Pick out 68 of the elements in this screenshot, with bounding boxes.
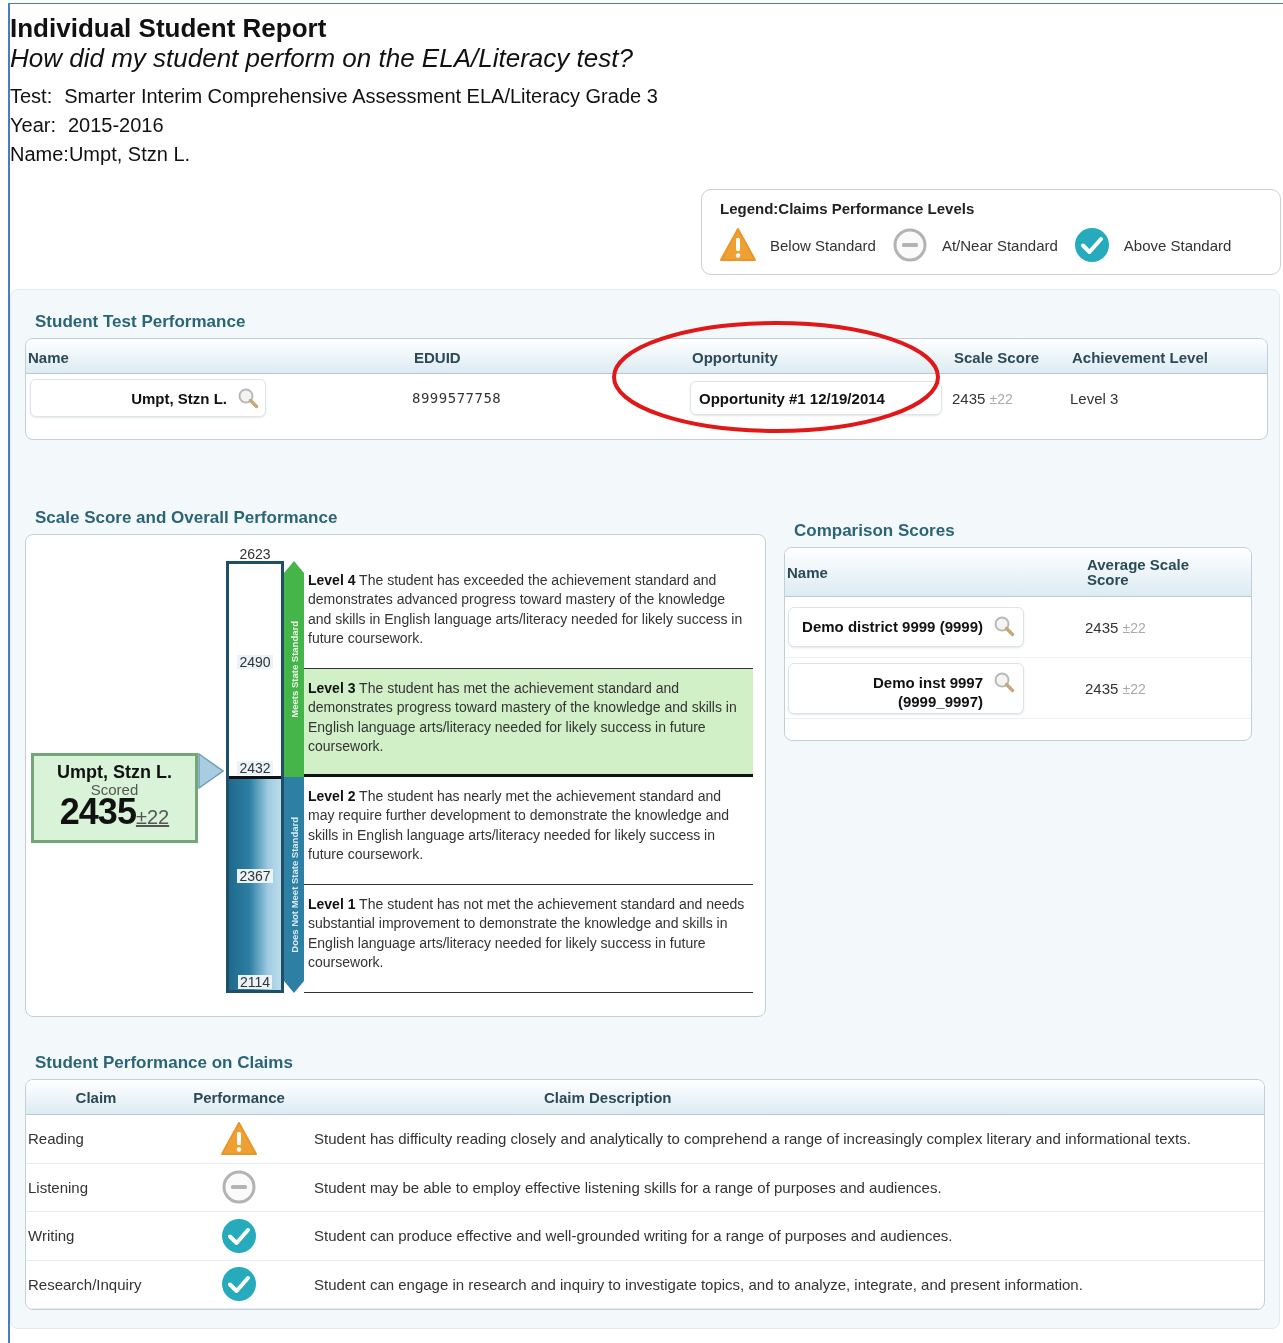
column-header: Average Scale Score <box>1086 557 1190 587</box>
minus-circle-icon <box>891 227 928 263</box>
pointer-icon <box>198 753 224 789</box>
column-header: Name <box>786 563 829 581</box>
search-icon[interactable] <box>237 387 259 409</box>
report-title: Individual Student Report <box>10 14 328 42</box>
column-header: Name <box>27 348 70 366</box>
level-description: Level 1 The student has not met the achievement standard and needs substantial improvement to demonstrate the knowledge and skills in English language arts/literacy needed for likely success in future coursework. <box>308 895 746 973</box>
column-header: Performance <box>192 1088 286 1106</box>
info-label: Test: <box>10 84 53 109</box>
claim-description-cell-text: Student can engage in research and inquiry to investigate topics, and to analyze, integrate, and present information. <box>313 1275 1084 1293</box>
info-value: 2015-2016 <box>67 113 164 138</box>
check-circle-icon <box>221 1266 257 1303</box>
info-label: Year: <box>10 113 56 138</box>
average-score-cell: 2435 <box>1085 679 1119 697</box>
level-description: Level 3 The student has met the achievement standard and demonstrates progress toward mastery of the knowledge and skills in English language arts/literacy needed for likely success in future coursework. <box>308 679 738 757</box>
search-icon[interactable] <box>993 670 1015 693</box>
score-error: ±22 <box>1122 680 1146 697</box>
legend-title: Legend:Claims Performance Levels <box>720 200 976 217</box>
column-header: EDUID <box>413 348 462 366</box>
scale-tick: 2623 <box>239 547 271 561</box>
section-title: Comparison Scores <box>794 521 956 541</box>
section-title: Scale Score and Overall Performance <box>35 508 339 528</box>
scale-tick: 2490 <box>237 654 273 669</box>
claim-name-cell-text: Listening <box>27 1178 90 1196</box>
check-circle-icon <box>1073 227 1110 263</box>
report-subtitle: How did my student perform on the ELA/Literacy test? <box>10 44 634 72</box>
legend-label: At/Near Standard <box>941 236 1058 254</box>
claim-name-cell-text: Research/Inquiry <box>27 1275 143 1293</box>
info-value: Smarter Interim Comprehensive Assessment ELA/Literacy Grade 3 <box>64 84 658 109</box>
student-name: Umpt, Stzn L. <box>56 762 173 783</box>
comparison-name-button[interactable]: Demo inst 9997 (9999_9997) <box>788 662 1024 714</box>
claim-description-cell-text: Student may be able to employ effective listening skills for a range of purposes and audiences. <box>313 1178 943 1196</box>
claim-description-cell-text: Student can produce effective and well-grounded writing for a range of purposes and audiences. <box>313 1227 954 1245</box>
average-score-cell: 2435 <box>1085 618 1119 636</box>
claim-name-cell-text: Reading <box>27 1130 85 1148</box>
claim-name-cell-text: Writing <box>27 1227 76 1245</box>
section-title: Student Performance on Claims <box>35 1053 294 1073</box>
search-icon[interactable] <box>993 615 1015 637</box>
scale-tick: 2432 <box>237 760 273 775</box>
level-description: Level 4 The student has exceeded the achievement standard and demonstrates advanced progress toward mastery of the knowledge and skills in English language arts/literacy needed for likely success in future coursework. <box>308 571 744 649</box>
check-circle-icon <box>221 1217 257 1254</box>
claim-description-cell-text: Student has difficulty reading closely and analytically to comprehend a range of increasingly complex literary and informational texts. <box>313 1130 1192 1148</box>
score-error: ±22 <box>1122 619 1146 636</box>
achievement-level-cell-text: Level 3 <box>1070 389 1120 407</box>
score-error: ±22 <box>989 390 1013 407</box>
minus-circle-icon <box>221 1169 257 1206</box>
section-title: Student Test Performance <box>35 312 247 332</box>
scale-score-cell: 2435 <box>952 389 986 407</box>
comparison-name-button[interactable]: Demo district 9999 (9999) <box>788 607 1024 647</box>
level-description: Level 2 The student has nearly met the achievement standard and may require further development to demonstrate the knowledge and skills in English language arts/literacy needed for likely success in future coursework. <box>308 787 731 865</box>
column-header: Achievement Level <box>1071 348 1209 366</box>
column-header: Claim <box>74 1088 118 1106</box>
student-name-button[interactable]: Umpt, Stzn L. <box>30 379 266 417</box>
column-header: Scale Score <box>953 348 1041 366</box>
warning-icon <box>221 1120 257 1157</box>
column-header: Claim Description <box>543 1088 673 1106</box>
info-label: Name: <box>10 142 69 167</box>
opportunity-selector[interactable]: Opportunity #1 12/19/2014 <box>690 381 942 415</box>
scale-tick: 2367 <box>237 869 273 884</box>
scale-tick: 2114 <box>237 975 273 989</box>
info-value: Umpt, Stzn L. <box>68 142 191 167</box>
column-header: Opportunity <box>691 348 779 366</box>
score-error: ±22 <box>135 806 170 828</box>
legend-label: Above Standard <box>1123 236 1232 254</box>
warning-icon <box>720 227 756 263</box>
eduid-cell-text: 8999577758 <box>412 390 503 406</box>
legend-label: Below Standard <box>770 236 876 254</box>
